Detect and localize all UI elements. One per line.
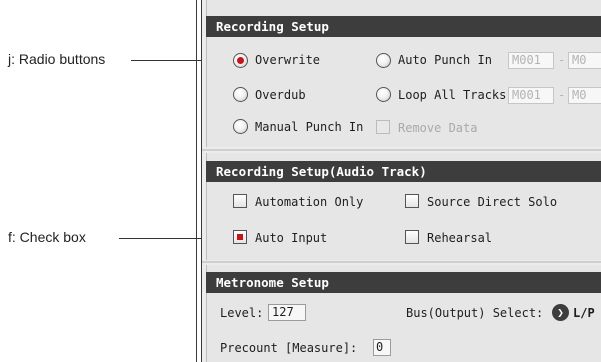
loop-start-field[interactable]: M001 bbox=[508, 87, 554, 104]
loop-all-tracks-radio[interactable] bbox=[376, 87, 391, 102]
loop-end-field[interactable]: M0 bbox=[568, 87, 601, 104]
precount-field[interactable]: 0 bbox=[373, 339, 391, 356]
radio-selected-dot bbox=[237, 57, 244, 64]
auto-input-checkbox[interactable] bbox=[233, 230, 247, 244]
manual-punch-in-radio[interactable] bbox=[233, 119, 248, 134]
overwrite-label: Overwrite bbox=[255, 53, 321, 67]
automation-only-checkbox[interactable] bbox=[233, 194, 247, 208]
punch-in-end-field[interactable]: M0 bbox=[568, 52, 601, 69]
overwrite-radio[interactable] bbox=[233, 53, 248, 68]
precount-label: Precount [Measure]: bbox=[220, 341, 358, 355]
audio-track-setup-header: Recording Setup(Audio Track) bbox=[206, 161, 601, 182]
overdub-radio[interactable] bbox=[233, 87, 248, 102]
loop-all-tracks-label: Loop All Tracks bbox=[398, 88, 507, 102]
auto-punch-in-radio[interactable] bbox=[376, 53, 391, 68]
punch-in-start-field[interactable]: M001 bbox=[508, 52, 554, 69]
source-direct-solo-checkbox[interactable] bbox=[405, 194, 419, 208]
automation-only-label: Automation Only bbox=[255, 195, 364, 209]
bus-select-value[interactable]: L/P bbox=[573, 306, 595, 320]
rehearsal-label: Rehearsal bbox=[427, 231, 493, 245]
settings-panel: Recording Setup Overwrite Auto Punch In … bbox=[202, 0, 601, 362]
source-direct-solo-label: Source Direct Solo bbox=[427, 195, 558, 209]
checkbox-checked-mark bbox=[237, 234, 243, 240]
auto-input-label: Auto Input bbox=[255, 231, 328, 245]
loop-separator: - bbox=[558, 88, 566, 102]
window-frame-outer bbox=[196, 0, 197, 362]
overdub-label: Overdub bbox=[255, 88, 306, 102]
section-divider bbox=[202, 261, 601, 263]
metronome-setup-header: Metronome Setup bbox=[206, 272, 601, 293]
level-label: Level: bbox=[220, 306, 264, 320]
check-box-callout: f: Check box bbox=[8, 229, 86, 245]
auto-punch-in-label: Auto Punch In bbox=[398, 53, 492, 67]
section-divider bbox=[202, 149, 601, 151]
radio-buttons-callout: j: Radio buttons bbox=[8, 51, 106, 67]
recording-setup-header: Recording Setup bbox=[206, 16, 601, 37]
remove-data-label: Remove Data bbox=[398, 121, 478, 135]
rehearsal-checkbox[interactable] bbox=[405, 230, 419, 244]
manual-punch-in-label: Manual Punch In bbox=[255, 120, 364, 134]
bus-select-chevron-icon[interactable]: ❯ bbox=[552, 304, 569, 321]
punch-in-separator: - bbox=[558, 53, 566, 67]
remove-data-checkbox[interactable] bbox=[376, 120, 390, 134]
level-field[interactable]: 127 bbox=[268, 304, 306, 321]
bus-output-select-label: Bus(Output) Select: bbox=[406, 306, 544, 320]
